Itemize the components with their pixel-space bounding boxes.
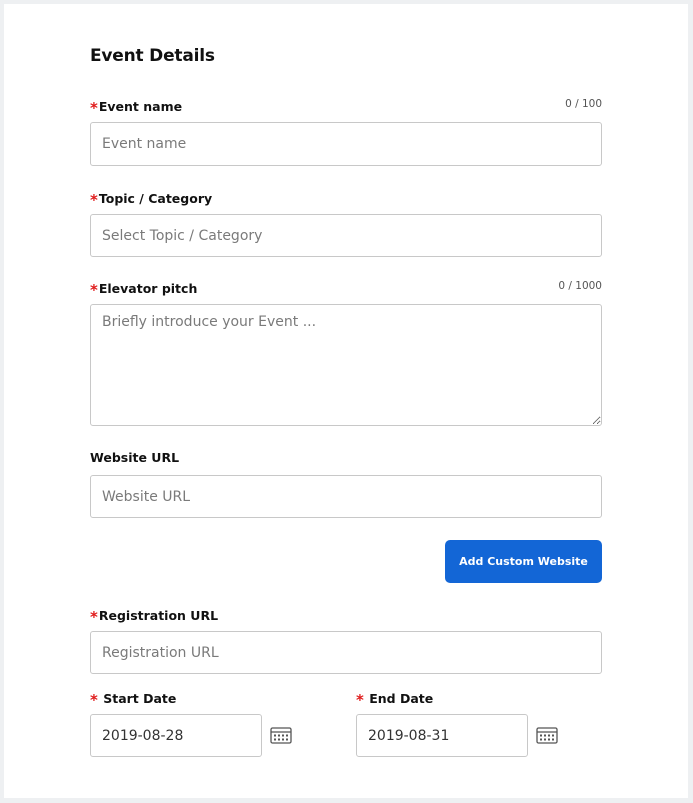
required-asterisk: * [90, 191, 98, 209]
registration-url-input[interactable] [90, 631, 602, 674]
elevator-pitch-textarea[interactable] [90, 304, 602, 426]
website-url-input[interactable] [90, 475, 602, 518]
event-name-input[interactable] [90, 122, 602, 166]
start-date-input[interactable] [90, 714, 262, 757]
required-asterisk: * [356, 691, 364, 709]
add-custom-website-button[interactable]: Add Custom Website [445, 540, 602, 583]
topic-category-label: *Topic / Category [90, 191, 213, 209]
required-asterisk: * [90, 281, 98, 299]
end-date-label: * End Date [356, 691, 434, 709]
topic-category-select[interactable] [90, 214, 602, 257]
section-title: Event Details [90, 46, 215, 66]
calendar-icon[interactable] [270, 726, 292, 744]
required-asterisk: * [90, 691, 98, 709]
event-details-card: Event Details *Event name 0 / 100 *Topic… [4, 4, 688, 798]
start-date-label: * Start Date [90, 691, 177, 709]
event-name-char-counter: 0 / 100 [565, 98, 602, 110]
elevator-pitch-label: *Elevator pitch [90, 281, 198, 299]
website-url-label: Website URL [90, 450, 180, 465]
required-asterisk: * [90, 99, 98, 117]
required-asterisk: * [90, 608, 98, 626]
calendar-icon[interactable] [536, 726, 558, 744]
end-date-input[interactable] [356, 714, 528, 757]
event-name-label: *Event name [90, 99, 183, 117]
registration-url-label: *Registration URL [90, 608, 219, 626]
elevator-pitch-char-counter: 0 / 1000 [558, 280, 602, 292]
